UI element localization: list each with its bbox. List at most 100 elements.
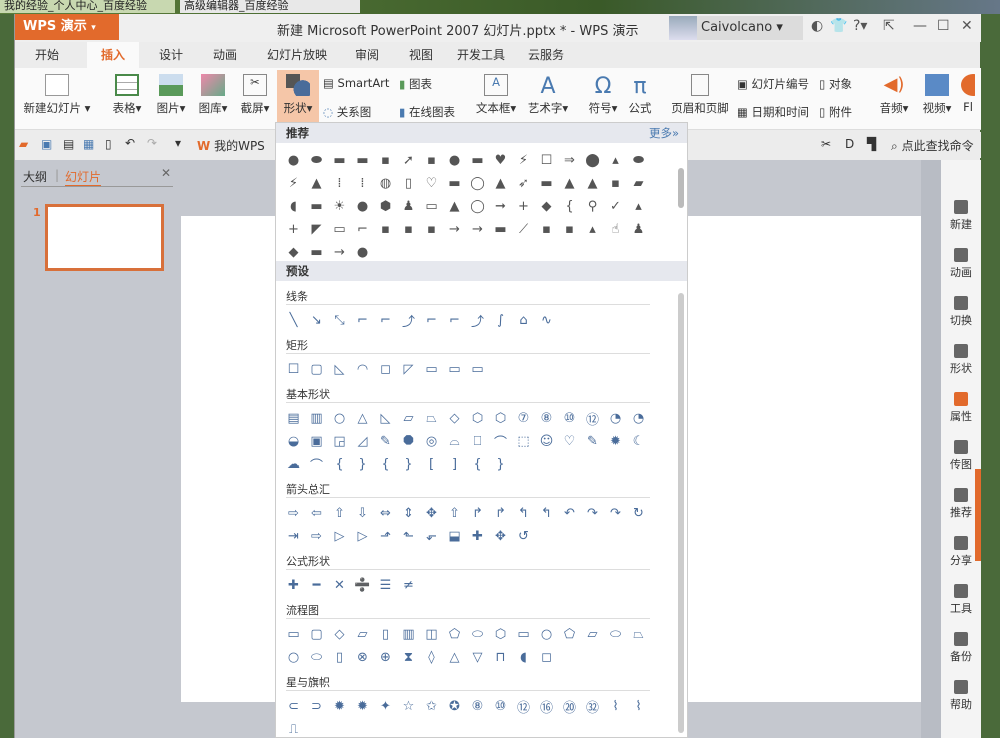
shape-option[interactable]: ╲ [282, 309, 305, 332]
shape-option[interactable]: ✪ [443, 695, 466, 718]
shape-option[interactable]: ⑧ [466, 695, 489, 718]
preset-scrollbar[interactable] [678, 293, 684, 733]
shape-option[interactable]: ↱ [489, 502, 512, 525]
shape-option[interactable]: } [351, 453, 374, 476]
textbox-button[interactable]: A 文本框▾ [473, 70, 519, 116]
shape-option[interactable]: ⊗ [351, 646, 374, 669]
shape-option[interactable]: } [397, 453, 420, 476]
shape-option[interactable]: ▬ [489, 218, 512, 241]
shape-option[interactable]: ▬ [466, 149, 489, 172]
shape-option[interactable]: ▭ [420, 358, 443, 381]
shape-option[interactable]: ✓ [604, 195, 627, 218]
shape-option[interactable]: ✩ [420, 695, 443, 718]
shape-option[interactable]: ⇕ [397, 502, 420, 525]
shape-option[interactable]: ] [443, 453, 466, 476]
shape-option[interactable]: ☐ [535, 149, 558, 172]
shape-option[interactable]: ◖ [512, 646, 535, 669]
shape-option[interactable]: ⌒ [305, 453, 328, 476]
shape-option[interactable]: ⑯ [535, 695, 558, 718]
shape-option[interactable]: ✕ [328, 574, 351, 597]
tab-3[interactable]: 动画 [203, 42, 247, 68]
shape-option[interactable]: ⇩ [351, 502, 374, 525]
undo-icon[interactable]: ↶ [125, 136, 135, 150]
shape-option[interactable]: ▲ [305, 172, 328, 195]
shape-option[interactable]: ✥ [420, 502, 443, 525]
shape-option[interactable]: ▴ [581, 218, 604, 241]
shape-option[interactable]: ⑩ [558, 407, 581, 430]
shape-option[interactable]: ⬠ [558, 623, 581, 646]
recommended-scrollbar[interactable] [678, 168, 684, 208]
shape-option[interactable]: ➞ [489, 195, 512, 218]
shape-option[interactable]: ⟋ [512, 218, 535, 241]
flash-button[interactable]: Fl [961, 70, 975, 114]
shape-option[interactable]: ▪ [374, 149, 397, 172]
shape-option[interactable]: ◇ [443, 407, 466, 430]
shape-option[interactable]: ⊂ [282, 695, 305, 718]
relation-chart-button[interactable]: ◌ 关系图 [323, 104, 371, 120]
shape-option[interactable]: ⌂ [512, 309, 535, 332]
shape-option[interactable]: ▲ [581, 172, 604, 195]
shape-option[interactable]: ▭ [282, 623, 305, 646]
tab-6[interactable]: 视图 [399, 42, 443, 68]
shape-option[interactable]: ▲ [489, 172, 512, 195]
shape-option[interactable]: ✹ [604, 430, 627, 453]
shape-option[interactable]: } [489, 453, 512, 476]
shape-option[interactable]: ◯ [466, 195, 489, 218]
shape-option[interactable]: ✹ [351, 695, 374, 718]
gallery-button[interactable]: 图库▾ [193, 70, 233, 116]
browser-tab[interactable]: 我的经验_个人中心_百度经验 [0, 0, 175, 13]
shape-option[interactable]: [ [420, 453, 443, 476]
layout-icon[interactable]: ▜ [867, 137, 876, 151]
slide-number-button[interactable]: ▣ 幻灯片编号 [737, 76, 809, 92]
print-icon[interactable]: ▦ [83, 137, 94, 151]
shape-option[interactable]: ○ [328, 407, 351, 430]
shape-option[interactable]: ⁞ [328, 172, 351, 195]
shape-option[interactable]: ✎ [374, 430, 397, 453]
shape-option[interactable]: ➚ [397, 149, 420, 172]
shape-option[interactable]: ▽ [466, 646, 489, 669]
shape-option[interactable]: ⬑ [397, 525, 420, 548]
shape-option[interactable]: ☺ [535, 430, 558, 453]
skin-icon[interactable]: ◐ [811, 18, 823, 34]
shape-option[interactable]: ⬠ [443, 623, 466, 646]
shape-option[interactable]: ≠ [397, 574, 420, 597]
redo-icon[interactable]: ↷ [147, 136, 157, 150]
tab-slides[interactable]: 幻灯片 [65, 168, 102, 186]
tab-1[interactable]: 插入 [87, 42, 139, 68]
collapse-ribbon-icon[interactable]: ⇱ [883, 18, 895, 34]
shape-option[interactable]: ⌒ [489, 430, 512, 453]
shape-option[interactable]: ♟ [397, 195, 420, 218]
shape-option[interactable]: ⑩ [489, 695, 512, 718]
shirt-icon[interactable]: 👕 [830, 18, 847, 34]
shape-option[interactable]: ▥ [305, 407, 328, 430]
export-pdf-icon[interactable]: ▤ [63, 137, 74, 151]
shape-option[interactable]: ⚲ [581, 195, 604, 218]
tab-7[interactable]: 开发工具 [451, 42, 511, 68]
shape-option[interactable]: ⇨ [282, 502, 305, 525]
shape-option[interactable]: ⤴ [466, 309, 489, 332]
more-link[interactable]: 更多» [649, 123, 679, 143]
shape-option[interactable]: ▲ [558, 172, 581, 195]
shape-option[interactable]: ↰ [535, 502, 558, 525]
shape-option[interactable]: ↶ [558, 502, 581, 525]
shape-option[interactable]: ⇔ [374, 502, 397, 525]
user-account[interactable]: Caivolcano ▾ [669, 16, 803, 40]
shape-option[interactable]: ♟ [627, 218, 650, 241]
shape-option[interactable]: → [443, 218, 466, 241]
sidebar-item[interactable]: 切换 [941, 296, 981, 328]
shape-option[interactable]: ♡ [420, 172, 443, 195]
shape-option[interactable]: ⬏ [374, 525, 397, 548]
shape-option[interactable]: ↱ [466, 502, 489, 525]
sidebar-item[interactable]: 传图 [941, 440, 981, 472]
shape-option[interactable]: ▯ [397, 172, 420, 195]
shape-option[interactable]: ◻ [374, 358, 397, 381]
shape-option[interactable]: ▥ [397, 623, 420, 646]
help-icon[interactable]: ?▾ [853, 18, 867, 34]
shape-option[interactable]: ☾ [627, 430, 650, 453]
tab-5[interactable]: 审阅 [345, 42, 389, 68]
shape-option[interactable]: ⤡ [328, 309, 351, 332]
symbol-button[interactable]: Ω 符号▾ [583, 70, 623, 116]
d-icon[interactable]: D [845, 137, 854, 151]
shape-option[interactable]: → [466, 218, 489, 241]
tab-0[interactable]: 开始 [25, 42, 69, 68]
